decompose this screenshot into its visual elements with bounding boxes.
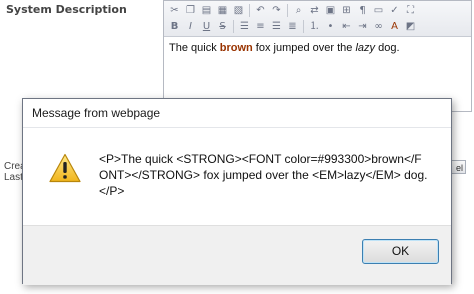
cut-icon[interactable]: ✂	[168, 4, 181, 17]
outdent-icon[interactable]: ⇤	[340, 20, 353, 33]
content-text: fox jumped over the	[252, 42, 356, 54]
replace-icon[interactable]: ⇄	[308, 4, 321, 17]
content-text: dog.	[375, 42, 400, 54]
justify-icon[interactable]: ≣	[286, 20, 299, 33]
paste-text-icon[interactable]: ▦	[216, 4, 229, 17]
section-label-system-description: System Description	[6, 3, 127, 16]
toolbar-separator	[249, 4, 250, 17]
dialog-body: <P>The quick <STRONG><FONT color=#993300…	[23, 128, 451, 226]
bg-color-icon[interactable]: ◩	[404, 20, 417, 33]
editor-toolbar: ✂ ❐ ▤ ▦ ▧ ↶ ↷ ⌕ ⇄ ▣ ⊞ ¶ ▭ ✓ ⛶ B I U S ☰ …	[164, 1, 471, 37]
paste-icon[interactable]: ▤	[200, 4, 213, 17]
spellcheck-icon[interactable]: ✓	[388, 4, 401, 17]
link-icon[interactable]: ∞	[372, 20, 385, 33]
bold-icon[interactable]: B	[168, 20, 181, 33]
underline-icon[interactable]: U	[200, 20, 213, 33]
content-text: The quick	[169, 42, 220, 54]
redo-icon[interactable]: ↷	[270, 4, 283, 17]
paste-word-icon[interactable]: ▧	[232, 4, 245, 17]
indent-icon[interactable]: ⇥	[356, 20, 369, 33]
italic-icon[interactable]: I	[184, 20, 197, 33]
warning-icon	[49, 153, 81, 183]
toolbar-row-2: B I U S ☰ ≡ ☰ ≣ ⒈ • ⇤ ⇥ ∞ A ◩	[168, 20, 417, 34]
strike-icon[interactable]: S	[216, 20, 229, 33]
format-icon[interactable]: ¶	[356, 4, 369, 17]
find-icon[interactable]: ⌕	[292, 4, 305, 17]
select-all-icon[interactable]: ▣	[324, 4, 337, 17]
alert-dialog: Message from webpage <P>The quick <STRON…	[22, 98, 452, 285]
dialog-title: Message from webpage	[23, 99, 451, 128]
bullet-list-icon[interactable]: •	[324, 20, 337, 33]
toolbar-separator	[287, 4, 288, 17]
toolbar-separator	[303, 20, 304, 33]
fullscreen-icon[interactable]: ⛶	[404, 4, 417, 17]
content-brown-word: brown	[219, 42, 253, 54]
ok-button[interactable]: OK	[362, 239, 439, 264]
undo-icon[interactable]: ↶	[254, 4, 267, 17]
font-color-icon[interactable]: A	[388, 20, 401, 33]
dialog-footer: OK	[23, 225, 451, 285]
rich-text-editor[interactable]: ✂ ❐ ▤ ▦ ▧ ↶ ↷ ⌕ ⇄ ▣ ⊞ ¶ ▭ ✓ ⛶ B I U S ☰ …	[163, 0, 472, 112]
content-lazy-word: lazy	[355, 42, 376, 54]
align-right-icon[interactable]: ☰	[270, 20, 283, 33]
toolbar-separator	[233, 20, 234, 33]
editor-content[interactable]: The quick brown fox jumped over the lazy…	[169, 42, 400, 54]
align-center-icon[interactable]: ≡	[254, 20, 267, 33]
toolbar-row-1: ✂ ❐ ▤ ▦ ▧ ↶ ↷ ⌕ ⇄ ▣ ⊞ ¶ ▭ ✓ ⛶	[168, 4, 417, 18]
image-icon[interactable]: ▭	[372, 4, 385, 17]
copy-icon[interactable]: ❐	[184, 4, 197, 17]
dialog-message: <P>The quick <STRONG><FONT color=#993300…	[99, 152, 428, 198]
partial-label-last: Last	[4, 172, 23, 183]
insert-table-icon[interactable]: ⊞	[340, 4, 353, 17]
align-left-icon[interactable]: ☰	[238, 20, 251, 33]
numbered-list-icon[interactable]: ⒈	[308, 20, 321, 33]
